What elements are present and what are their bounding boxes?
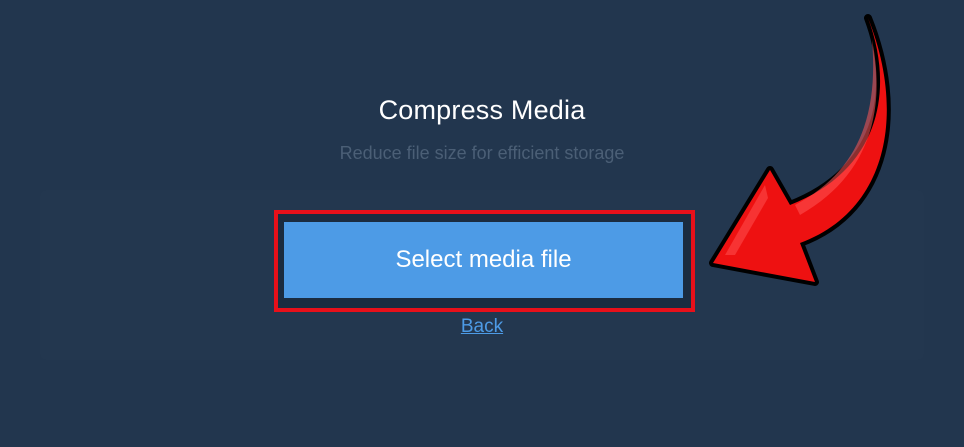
back-link-container: Back: [0, 316, 964, 338]
select-media-file-button[interactable]: Select media file: [284, 222, 683, 298]
curved-arrow-icon: [709, 14, 891, 286]
back-link[interactable]: Back: [461, 316, 503, 337]
